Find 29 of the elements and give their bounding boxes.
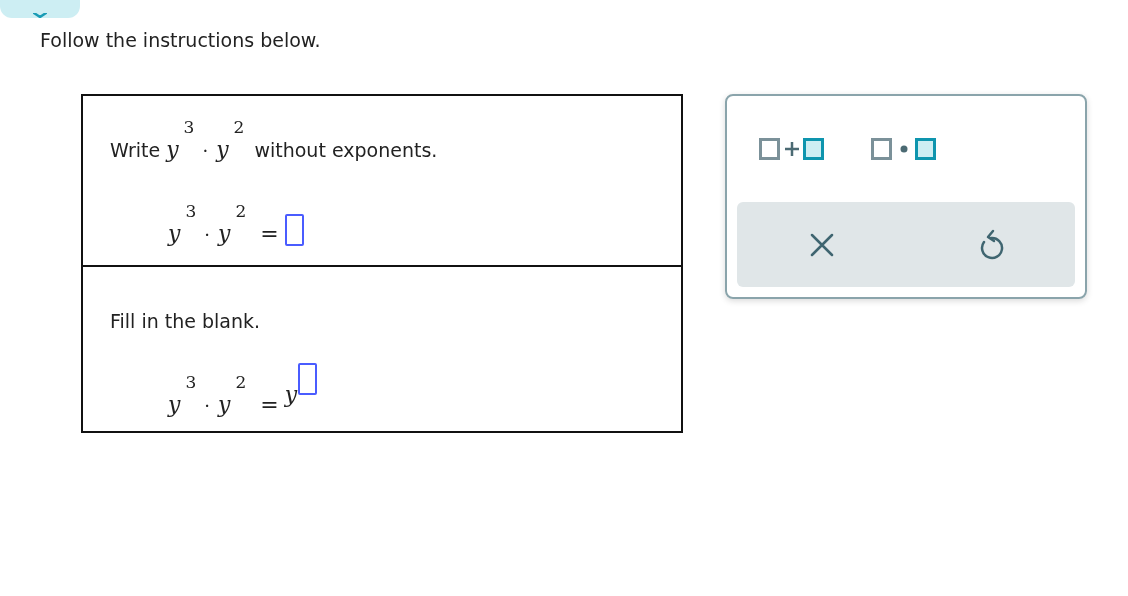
equals-sign: = bbox=[260, 393, 279, 417]
exponent: 2 bbox=[233, 118, 245, 136]
instruction-text: Follow the instructions below. bbox=[40, 28, 322, 53]
variable: y bbox=[168, 393, 181, 417]
exponent: 2 bbox=[235, 202, 247, 220]
multiplication-template-button[interactable] bbox=[869, 136, 939, 162]
exponent: 3 bbox=[183, 118, 195, 136]
operator: · bbox=[202, 140, 209, 162]
answer-box[interactable] bbox=[284, 214, 304, 246]
exponent: 2 bbox=[235, 373, 247, 391]
exponent: 3 bbox=[185, 373, 197, 391]
variable: y bbox=[218, 393, 231, 417]
variable: y bbox=[168, 222, 181, 246]
variable: y bbox=[284, 383, 298, 407]
collapse-tab[interactable] bbox=[0, 0, 80, 18]
addition-template-button[interactable] bbox=[757, 136, 827, 162]
variable: y bbox=[216, 138, 229, 162]
prompt-text: without exponents. bbox=[254, 138, 438, 162]
variable: y bbox=[218, 222, 231, 246]
close-icon bbox=[808, 231, 835, 258]
prompt-text: Write bbox=[110, 138, 161, 162]
chevron-icon bbox=[33, 13, 47, 18]
prompt-text: Fill in the blank. bbox=[110, 309, 261, 333]
equals-sign: = bbox=[260, 222, 279, 246]
operator: · bbox=[204, 224, 210, 246]
exponent: 3 bbox=[185, 202, 197, 220]
variable: y bbox=[166, 138, 179, 162]
operator: · bbox=[204, 395, 210, 417]
answer-box[interactable] bbox=[298, 363, 318, 395]
